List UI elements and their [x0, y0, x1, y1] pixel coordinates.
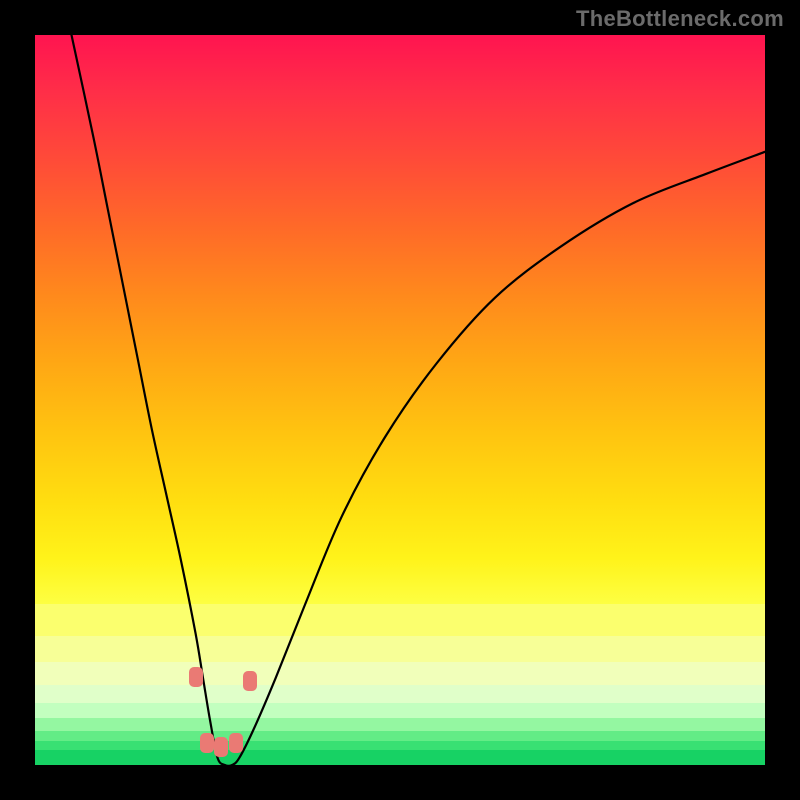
- curve-marker: [189, 667, 203, 687]
- watermark-text: TheBottleneck.com: [576, 6, 784, 32]
- curve-marker: [214, 737, 228, 757]
- bottleneck-curve: [35, 35, 765, 765]
- chart-frame: TheBottleneck.com: [0, 0, 800, 800]
- plot-area: [35, 35, 765, 765]
- curve-marker: [243, 671, 257, 691]
- curve-marker: [229, 733, 243, 753]
- curve-marker: [200, 733, 214, 753]
